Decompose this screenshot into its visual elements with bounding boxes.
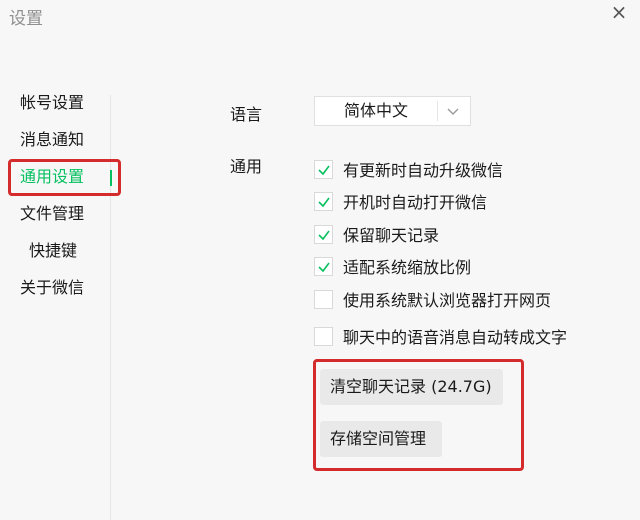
option-system-scaling[interactable]: 适配系统缩放比例 bbox=[314, 255, 471, 277]
highlight-box-general bbox=[8, 159, 121, 196]
check-icon bbox=[318, 165, 330, 175]
sidebar-item-account[interactable]: 帐号设置 bbox=[20, 92, 84, 114]
checkbox-keep-history[interactable] bbox=[314, 224, 333, 244]
option-label: 适配系统缩放比例 bbox=[343, 258, 472, 277]
option-label: 保留聊天记录 bbox=[343, 226, 440, 245]
chevron-down-icon[interactable] bbox=[443, 103, 463, 119]
language-label: 语言 bbox=[230, 105, 263, 124]
settings-sidebar: 帐号设置 消息通知 通用设置 文件管理 快捷键 关于微信 bbox=[0, 0, 110, 520]
highlight-box-actions bbox=[313, 359, 524, 471]
select-divider bbox=[437, 101, 438, 121]
sidebar-item-files[interactable]: 文件管理 bbox=[20, 203, 84, 225]
option-label: 开机时自动打开微信 bbox=[343, 193, 488, 212]
option-voice-to-text[interactable]: 聊天中的语音消息自动转成文字 bbox=[314, 325, 567, 347]
sidebar-item-about[interactable]: 关于微信 bbox=[20, 277, 84, 299]
checkbox-system-scaling[interactable] bbox=[314, 256, 333, 276]
sidebar-item-shortcuts[interactable]: 快捷键 bbox=[29, 240, 77, 262]
option-default-browser[interactable]: 使用系统默认浏览器打开网页 bbox=[314, 288, 551, 310]
check-icon bbox=[318, 230, 330, 240]
close-icon[interactable]: × bbox=[608, 2, 630, 24]
option-keep-history[interactable]: 保留聊天记录 bbox=[314, 223, 439, 245]
check-icon bbox=[318, 197, 330, 207]
option-label: 使用系统默认浏览器打开网页 bbox=[343, 291, 552, 310]
checkbox-voice-to-text[interactable] bbox=[314, 326, 333, 346]
general-section-label: 通用 bbox=[230, 157, 263, 176]
option-auto-update[interactable]: 有更新时自动升级微信 bbox=[314, 158, 503, 180]
option-label: 有更新时自动升级微信 bbox=[343, 161, 504, 180]
check-icon bbox=[318, 262, 330, 272]
checkbox-default-browser[interactable] bbox=[314, 289, 333, 309]
sidebar-item-notifications[interactable]: 消息通知 bbox=[20, 129, 84, 151]
option-auto-launch[interactable]: 开机时自动打开微信 bbox=[314, 190, 487, 212]
checkbox-auto-update[interactable] bbox=[314, 159, 333, 179]
option-label: 聊天中的语音消息自动转成文字 bbox=[343, 328, 568, 347]
checkbox-auto-launch[interactable] bbox=[314, 191, 333, 211]
language-selected-value: 简体中文 bbox=[343, 101, 408, 120]
language-select[interactable]: 简体中文 bbox=[314, 96, 471, 126]
